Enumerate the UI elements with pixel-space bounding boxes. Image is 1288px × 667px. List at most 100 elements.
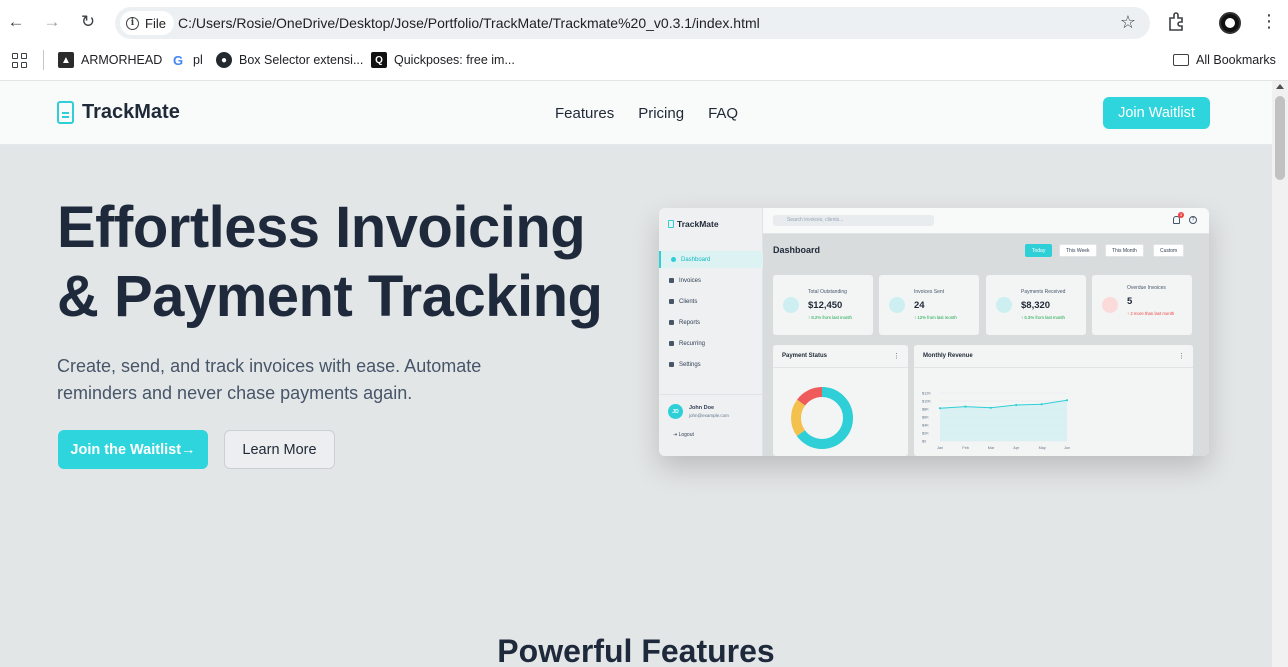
features-section-title: Powerful Features (497, 633, 775, 667)
bookmark-label: Quickposes: free im... (394, 53, 515, 67)
bookmark-separator (43, 50, 44, 70)
check-circle-icon (996, 297, 1012, 313)
hero-title-line1: Effortless Invoicing (57, 195, 586, 260)
x-tick-label: Apr (1013, 446, 1020, 450)
all-bookmarks[interactable]: All Bookmarks (1173, 51, 1276, 69)
stat-card-outstanding: Total Outstanding $12,450 ↑ 8.2% from la… (773, 275, 873, 335)
join-the-waitlist-button[interactable]: Join the Waitlist→ (58, 430, 208, 469)
join-waitlist-button[interactable]: Join Waitlist (1103, 97, 1210, 129)
info-icon: i (126, 16, 139, 30)
menu-label: Clients (679, 298, 698, 305)
revenue-point (964, 405, 967, 408)
revenue-point (1015, 403, 1018, 407)
bookmark-label: ARMORHEAD (81, 53, 163, 67)
revenue-point (938, 407, 942, 410)
site-logo[interactable]: TrackMate (57, 101, 180, 124)
document-icon (57, 101, 74, 124)
all-bookmarks-label: All Bookmarks (1196, 53, 1276, 67)
logout-label: Logout (678, 432, 694, 438)
x-tick-label: Jan (937, 446, 943, 450)
filter-today: Today (1025, 244, 1053, 257)
learn-more-button[interactable]: Learn More (224, 430, 335, 469)
repeat-icon (669, 341, 674, 346)
stat-card-invoices-sent: Invoices Sent 24 ↑ 12% from last month (879, 275, 979, 335)
menu-label: Recurring (679, 340, 706, 347)
revenue-point (1040, 403, 1043, 406)
scrollbar-thumb[interactable] (1275, 96, 1285, 180)
document-icon (668, 220, 674, 228)
brand-name: TrackMate (82, 101, 180, 123)
extensions-icon[interactable] (1166, 11, 1186, 33)
stat-card-payments: Payments Received $8,320 ↑ 5.3% from las… (986, 275, 1086, 335)
bookmark-label: Box Selector extensi... (239, 53, 364, 67)
preview-menu-dashboard: Dashboard (659, 251, 763, 268)
help-icon: ? (1189, 216, 1197, 224)
preview-menu-invoices: Invoices (659, 272, 763, 289)
hero-title-line2: & Payment Tracking (57, 264, 603, 329)
reload-icon[interactable]: ↻ (76, 10, 100, 34)
avatar: JD (668, 404, 683, 419)
forward-icon[interactable]: → (40, 10, 64, 34)
stat-change: ↑ 5.3% from last month (1021, 315, 1065, 320)
preview-menu-settings: Settings (659, 356, 763, 373)
bookmark-quickposes[interactable]: Q Quickposes: free im... (371, 51, 515, 69)
bookmark-armorhead[interactable]: ▲ ARMORHEAD (58, 51, 162, 69)
nav-pricing[interactable]: Pricing (638, 105, 684, 122)
bookmark-box-selector[interactable]: ● Box Selector extensi... (216, 51, 363, 69)
menu-label: Settings (679, 361, 701, 368)
nav-faq[interactable]: FAQ (708, 105, 738, 122)
site-header: TrackMate Features Pricing FAQ Join Wait… (0, 81, 1272, 145)
preview-search: Search invoices, clients... (773, 215, 934, 226)
y-tick-label: $6K (922, 416, 929, 420)
panel-divider (773, 367, 908, 368)
more-icon: ⋮ (1178, 353, 1185, 360)
quickposes-favicon: Q (371, 52, 387, 68)
payment-status-panel: Payment Status ⋮ (773, 345, 908, 456)
stat-value: $12,450 (808, 300, 843, 311)
browser-chrome: ← → ↻ i File C:/Users/Rosie/OneDrive/Des… (0, 0, 1288, 81)
site-info-chip[interactable]: i File (120, 11, 174, 35)
document-icon (889, 297, 905, 313)
stat-change: ↑ 12% from last month (914, 315, 957, 320)
site-chip-label: File (145, 15, 166, 31)
browser-menu-icon[interactable]: ⋮ (1260, 12, 1278, 30)
filter-custom: Custom (1153, 244, 1185, 257)
preview-topbar: Search invoices, clients... 3 ? (763, 208, 1209, 234)
x-tick-label: Jun (1064, 446, 1070, 450)
browser-toolbar: ← → ↻ i File C:/Users/Rosie/OneDrive/Des… (0, 0, 1288, 44)
url-text[interactable]: C:/Users/Rosie/OneDrive/Desktop/Jose/Por… (178, 15, 760, 31)
preview-title: Dashboard (773, 245, 821, 255)
stat-value: 24 (914, 300, 925, 311)
y-tick-label: $2K (922, 432, 929, 436)
dashboard-preview: TrackMate Dashboard Invoices Clients Rep… (659, 208, 1209, 456)
address-bar[interactable]: i File C:/Users/Rosie/OneDrive/Desktop/J… (115, 7, 1150, 39)
filter-week: This Week (1059, 244, 1097, 257)
menu-label: Reports (679, 319, 701, 326)
apps-icon[interactable] (12, 53, 27, 68)
panel-title: Payment Status (782, 353, 828, 359)
notification-badge: 3 (1178, 212, 1184, 218)
invoice-icon (669, 278, 674, 283)
scroll-up-icon[interactable] (1276, 84, 1284, 89)
x-tick-label: May (1039, 446, 1046, 450)
profile-avatar[interactable] (1219, 12, 1241, 34)
x-tick-label: Mar (988, 446, 995, 450)
bookmark-label: pl (193, 53, 203, 67)
preview-menu-reports: Reports (659, 314, 763, 331)
page-scrollbar[interactable] (1272, 81, 1288, 667)
preview-logo: TrackMate (668, 219, 719, 229)
back-icon[interactable]: ← (4, 10, 28, 34)
preview-sidebar: TrackMate Dashboard Invoices Clients Rep… (659, 208, 763, 456)
stat-change: ↑ 8.2% from last month (808, 315, 852, 320)
bookmark-star-icon[interactable]: ☆ (1120, 12, 1136, 33)
nav-features[interactable]: Features (555, 105, 614, 122)
revenue-point (1065, 399, 1069, 402)
bookmark-google[interactable]: G pl (170, 51, 203, 69)
stat-value: $8,320 (1021, 300, 1051, 311)
stat-label: Overdue Invoices (1127, 285, 1166, 291)
main-nav: Features Pricing FAQ (555, 105, 738, 122)
armorhead-favicon: ▲ (58, 52, 74, 68)
stat-label: Payments Received (1021, 289, 1066, 295)
monthly-revenue-chart: $12K $10K $8K $6K $4K $2K $0 Jan Feb Mar Apr May Jun (922, 392, 1070, 451)
more-icon: ⋮ (893, 353, 900, 360)
